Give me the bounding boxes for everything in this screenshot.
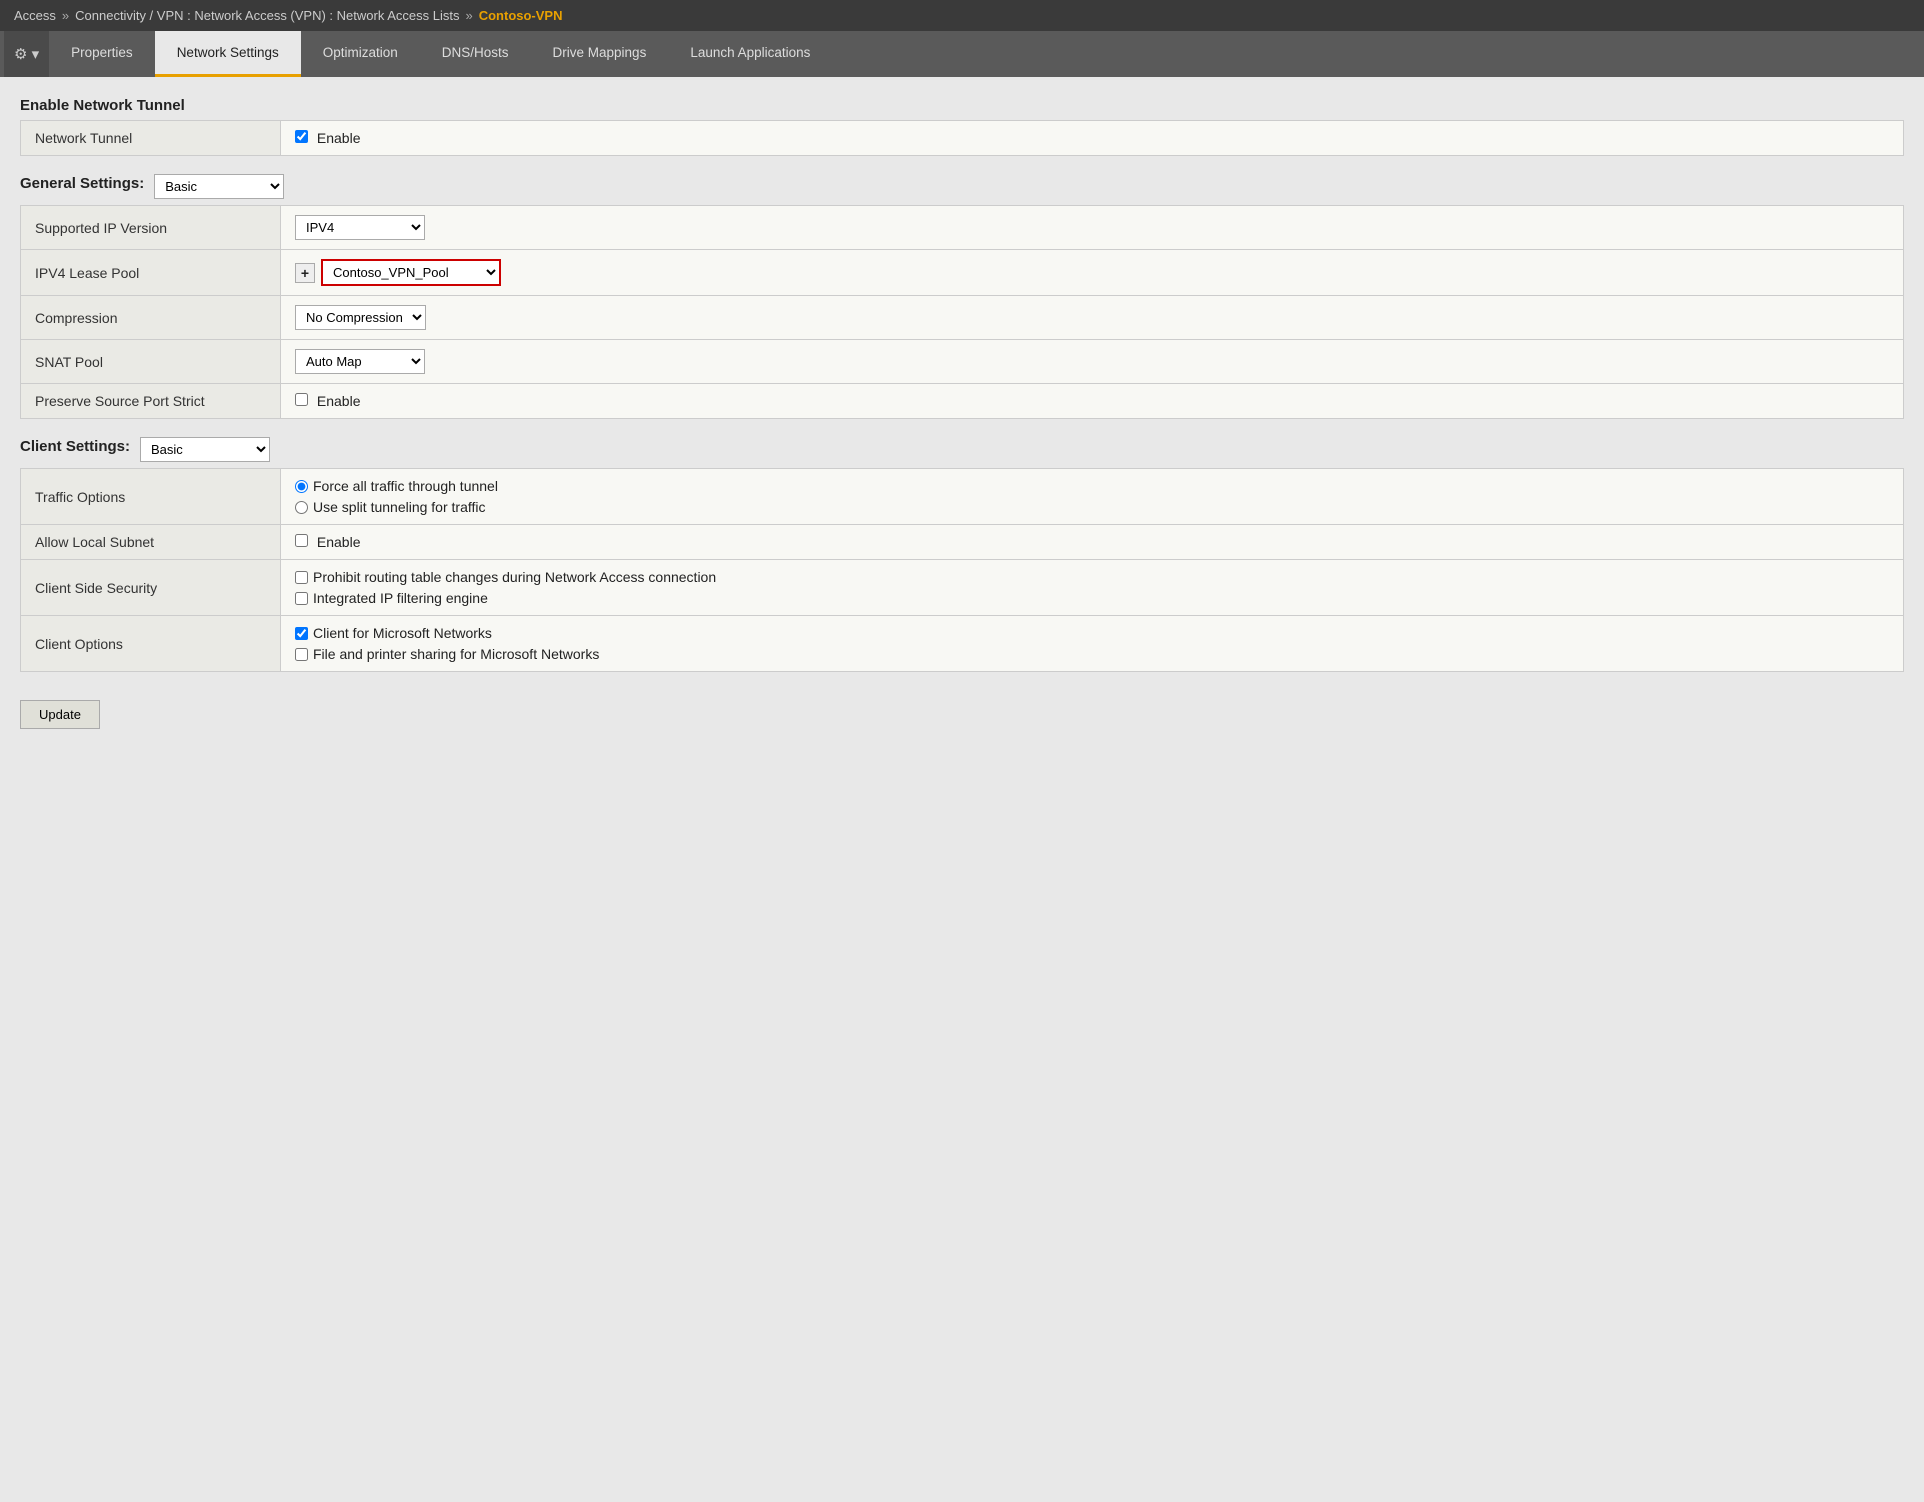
file-printer-sharing-label[interactable]: File and printer sharing for Microsoft N… [295, 646, 1889, 662]
client-settings-mode-dropdown[interactable]: Basic Advanced [140, 437, 270, 462]
prohibit-routing-checkbox[interactable] [295, 571, 308, 584]
supported-ip-version-value: IPV4 IPV6 Both [281, 206, 1904, 250]
enable-network-tunnel-heading: Enable Network Tunnel [20, 97, 1904, 114]
client-side-security-value: Prohibit routing table changes during Ne… [281, 560, 1904, 616]
traffic-option-split-tunnel-radio[interactable] [295, 501, 308, 514]
client-options-label: Client Options [21, 616, 281, 672]
traffic-options-row: Traffic Options Force all traffic throug… [21, 469, 1904, 525]
network-tunnel-checkbox-label[interactable]: Enable [295, 130, 360, 146]
breadcrumb-active: Contoso-VPN [479, 8, 563, 23]
preserve-source-port-value: Enable [281, 384, 1904, 419]
tab-optimization[interactable]: Optimization [301, 31, 420, 77]
traffic-option-split-tunnel-label[interactable]: Use split tunneling for traffic [295, 499, 1889, 515]
main-content: Enable Network Tunnel Network Tunnel Ena… [0, 77, 1924, 749]
compression-value: No Compression LZ4 GZIP [281, 296, 1904, 340]
allow-local-subnet-row: Allow Local Subnet Enable [21, 525, 1904, 560]
integrated-ip-filtering-label[interactable]: Integrated IP filtering engine [295, 590, 1889, 606]
file-printer-sharing-checkbox[interactable] [295, 648, 308, 661]
client-settings-label-row: Client Settings: Basic Advanced [20, 437, 1904, 462]
general-settings-table: Supported IP Version IPV4 IPV6 Both IPV4… [20, 205, 1904, 419]
general-settings-mode-dropdown[interactable]: Basic Advanced [154, 174, 284, 199]
preserve-source-port-checkbox[interactable] [295, 393, 308, 406]
allow-local-subnet-value: Enable [281, 525, 1904, 560]
ipv4-lease-pool-label: IPV4 Lease Pool [21, 250, 281, 296]
client-microsoft-networks-text: Client for Microsoft Networks [313, 625, 492, 641]
tab-bar: ⚙ ▾ Properties Network Settings Optimiza… [0, 31, 1924, 77]
supported-ip-version-row: Supported IP Version IPV4 IPV6 Both [21, 206, 1904, 250]
breadcrumb: Access » Connectivity / VPN : Network Ac… [0, 0, 1924, 31]
general-settings-label-row: General Settings: Basic Advanced [20, 174, 1904, 199]
tab-dns-hosts[interactable]: DNS/Hosts [420, 31, 531, 77]
network-tunnel-checkbox[interactable] [295, 130, 308, 143]
tab-drive-mappings[interactable]: Drive Mappings [531, 31, 669, 77]
breadcrumb-part-2: Connectivity / VPN : Network Access (VPN… [75, 8, 459, 23]
compression-label: Compression [21, 296, 281, 340]
compression-row: Compression No Compression LZ4 GZIP [21, 296, 1904, 340]
tab-launch-applications[interactable]: Launch Applications [668, 31, 832, 77]
prohibit-routing-label[interactable]: Prohibit routing table changes during Ne… [295, 569, 1889, 585]
allow-local-subnet-enable-text: Enable [317, 534, 361, 550]
traffic-option-force-all-radio[interactable] [295, 480, 308, 493]
snat-pool-label: SNAT Pool [21, 340, 281, 384]
allow-local-subnet-checkbox-label[interactable]: Enable [295, 534, 360, 550]
prohibit-routing-text: Prohibit routing table changes during Ne… [313, 569, 716, 585]
preserve-source-port-label: Preserve Source Port Strict [21, 384, 281, 419]
client-microsoft-networks-label[interactable]: Client for Microsoft Networks [295, 625, 1889, 641]
breadcrumb-sep-1: » [62, 8, 69, 23]
breadcrumb-part-1: Access [14, 8, 56, 23]
supported-ip-version-label: Supported IP Version [21, 206, 281, 250]
file-printer-sharing-text: File and printer sharing for Microsoft N… [313, 646, 599, 662]
traffic-option-force-all-text: Force all traffic through tunnel [313, 478, 498, 494]
tab-properties[interactable]: Properties [49, 31, 155, 77]
ipv4-lease-pool-container: + Contoso_VPN_Pool [295, 259, 1889, 286]
supported-ip-version-dropdown[interactable]: IPV4 IPV6 Both [295, 215, 425, 240]
snat-pool-value: Auto Map None [281, 340, 1904, 384]
client-options-row: Client Options Client for Microsoft Netw… [21, 616, 1904, 672]
breadcrumb-sep-2: » [465, 8, 472, 23]
ipv4-lease-pool-dropdown[interactable]: Contoso_VPN_Pool [321, 259, 501, 286]
ipv4-lease-pool-add-button[interactable]: + [295, 263, 315, 283]
client-settings-heading: Client Settings: [20, 438, 130, 455]
general-settings-heading: General Settings: [20, 175, 144, 192]
network-tunnel-enable-text: Enable [317, 130, 361, 146]
integrated-ip-filtering-text: Integrated IP filtering engine [313, 590, 488, 606]
preserve-source-port-enable-text: Enable [317, 393, 361, 409]
client-side-security-checkbox-group: Prohibit routing table changes during Ne… [295, 569, 1889, 606]
compression-dropdown[interactable]: No Compression LZ4 GZIP [295, 305, 426, 330]
snat-pool-row: SNAT Pool Auto Map None [21, 340, 1904, 384]
preserve-source-port-checkbox-label[interactable]: Enable [295, 393, 360, 409]
update-button[interactable]: Update [20, 700, 100, 729]
client-options-value: Client for Microsoft Networks File and p… [281, 616, 1904, 672]
integrated-ip-filtering-checkbox[interactable] [295, 592, 308, 605]
snat-pool-dropdown[interactable]: Auto Map None [295, 349, 425, 374]
allow-local-subnet-label: Allow Local Subnet [21, 525, 281, 560]
traffic-option-force-all-label[interactable]: Force all traffic through tunnel [295, 478, 1889, 494]
client-side-security-label: Client Side Security [21, 560, 281, 616]
client-options-checkbox-group: Client for Microsoft Networks File and p… [295, 625, 1889, 662]
client-side-security-row: Client Side Security Prohibit routing ta… [21, 560, 1904, 616]
client-settings-table: Traffic Options Force all traffic throug… [20, 468, 1904, 672]
traffic-options-value: Force all traffic through tunnel Use spl… [281, 469, 1904, 525]
network-tunnel-value: Enable [281, 121, 1904, 156]
ipv4-lease-pool-row: IPV4 Lease Pool + Contoso_VPN_Pool [21, 250, 1904, 296]
tab-network-settings[interactable]: Network Settings [155, 31, 301, 77]
traffic-options-radio-group: Force all traffic through tunnel Use spl… [295, 478, 1889, 515]
network-tunnel-table: Network Tunnel Enable [20, 120, 1904, 156]
traffic-options-label: Traffic Options [21, 469, 281, 525]
gear-button[interactable]: ⚙ ▾ [4, 31, 49, 77]
network-tunnel-row: Network Tunnel Enable [21, 121, 1904, 156]
traffic-option-split-tunnel-text: Use split tunneling for traffic [313, 499, 486, 515]
network-tunnel-label: Network Tunnel [21, 121, 281, 156]
client-microsoft-networks-checkbox[interactable] [295, 627, 308, 640]
ipv4-lease-pool-value: + Contoso_VPN_Pool [281, 250, 1904, 296]
preserve-source-port-row: Preserve Source Port Strict Enable [21, 384, 1904, 419]
allow-local-subnet-checkbox[interactable] [295, 534, 308, 547]
